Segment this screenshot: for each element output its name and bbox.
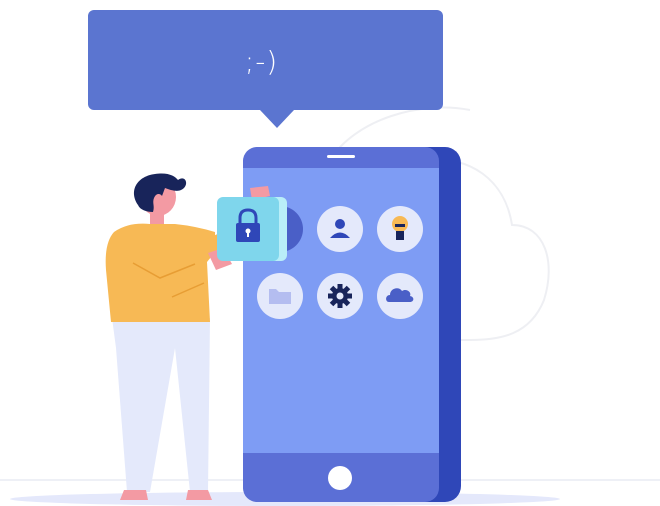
- lightbulb-icon[interactable]: [377, 206, 423, 252]
- left-shoe: [120, 490, 148, 500]
- gear-icon[interactable]: [317, 273, 363, 319]
- user-icon[interactable]: [317, 206, 363, 252]
- pants: [112, 318, 210, 492]
- phone-speaker: [327, 155, 355, 158]
- cloud-icon[interactable]: [377, 273, 423, 319]
- shirt: [105, 223, 215, 322]
- folder-icon[interactable]: [257, 273, 303, 319]
- home-button-icon[interactable]: [328, 466, 352, 490]
- right-shoe: [186, 490, 212, 500]
- speech-bubble-text: ;-): [244, 44, 279, 78]
- scene: ;-): [0, 0, 660, 506]
- speech-bubble: ;-): [88, 10, 443, 128]
- lock-card[interactable]: [217, 197, 287, 261]
